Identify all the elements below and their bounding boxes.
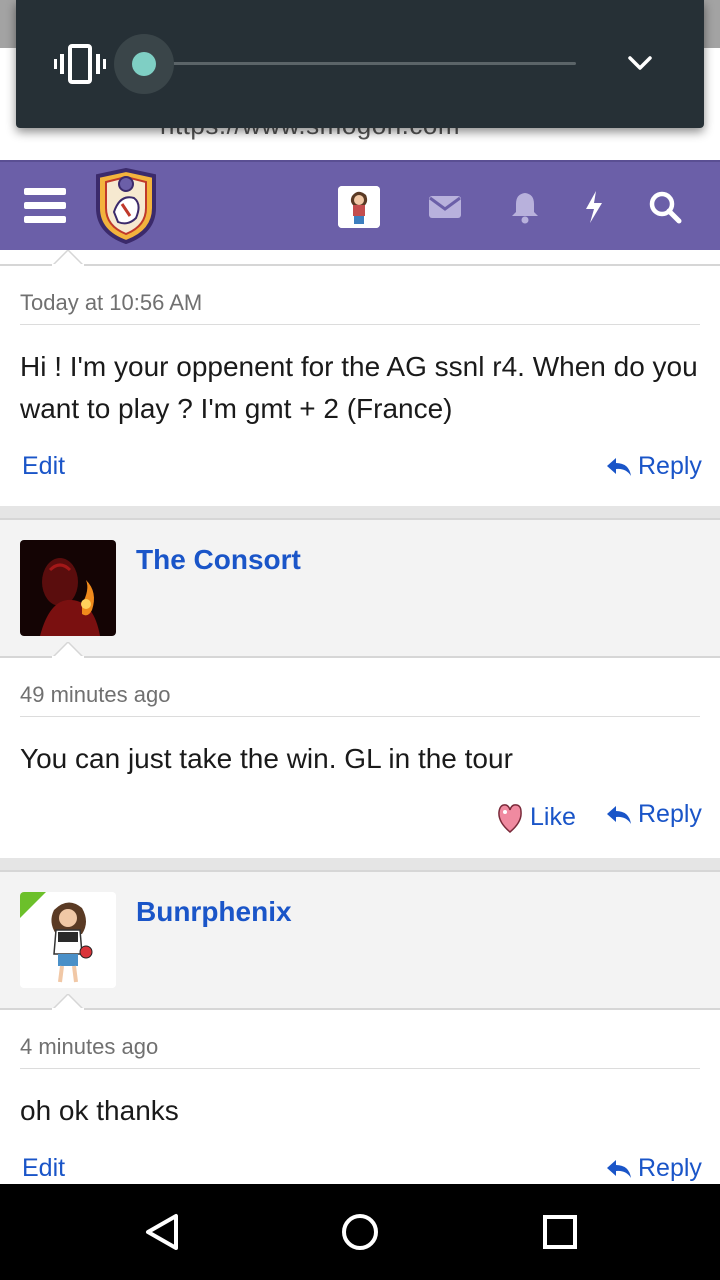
bell-icon[interactable] <box>510 190 540 224</box>
message-time: 49 minutes ago <box>20 682 171 707</box>
recents-icon[interactable] <box>542 1212 578 1252</box>
system-navigation-bar <box>0 1184 720 1280</box>
reply-button[interactable]: Reply <box>606 800 702 829</box>
reply-button[interactable]: Reply <box>606 452 702 481</box>
edit-link[interactable]: Edit <box>22 452 65 481</box>
vibrate-icon[interactable] <box>54 44 106 84</box>
message-block: 4 minutes ago oh ok thanks Edit Reply <box>0 994 720 1184</box>
bubble-pointer <box>52 994 84 1010</box>
volume-slider-thumb[interactable] <box>132 52 156 76</box>
avatar[interactable] <box>338 186 380 228</box>
like-label: Like <box>530 802 576 831</box>
bolt-icon[interactable] <box>584 190 604 224</box>
message-text: oh ok thanks <box>20 1095 179 1126</box>
reply-button[interactable]: Reply <box>606 1154 702 1183</box>
message-block: Today at 10:56 AM Hi ! I'm your oppenent… <box>0 250 720 504</box>
search-icon[interactable] <box>648 190 682 224</box>
like-icon <box>498 804 522 833</box>
screen: https://www.smogon.com <box>0 0 720 1280</box>
author-name[interactable]: The Consort <box>136 544 301 576</box>
message-text: You can just take the win. GL in the tou… <box>20 743 513 774</box>
author-name[interactable]: Bunrphenix <box>136 896 292 928</box>
reply-label: Reply <box>638 452 702 480</box>
menu-icon[interactable] <box>24 188 66 224</box>
bubble-pointer <box>52 642 84 658</box>
user-header: The Consort <box>0 518 720 658</box>
divider <box>20 1068 700 1069</box>
like-button[interactable]: Like <box>496 800 576 834</box>
reply-label: Reply <box>638 800 702 828</box>
message-block: 49 minutes ago You can just take the win… <box>0 642 720 854</box>
volume-slider-track[interactable] <box>144 62 576 65</box>
message-time: Today at 10:56 AM <box>20 290 203 315</box>
divider <box>20 716 700 717</box>
separator <box>0 858 720 870</box>
chevron-down-icon[interactable] <box>626 52 654 76</box>
site-navbar <box>0 160 720 250</box>
volume-panel <box>16 0 704 128</box>
avatar[interactable] <box>20 892 116 988</box>
smogon-logo[interactable] <box>92 168 160 244</box>
reply-label: Reply <box>638 1154 702 1182</box>
reply-icon <box>607 457 631 476</box>
home-icon[interactable] <box>340 1212 380 1252</box>
reply-icon <box>607 805 631 824</box>
avatar[interactable] <box>20 540 116 636</box>
message-text: Hi ! I'm your oppenent for the AG ssnl r… <box>20 351 698 424</box>
bubble-pointer <box>52 250 84 266</box>
separator <box>0 506 720 518</box>
message-time: 4 minutes ago <box>20 1034 159 1059</box>
mail-icon[interactable] <box>428 190 462 224</box>
reply-icon <box>607 1159 631 1178</box>
back-icon[interactable] <box>142 1212 182 1252</box>
divider <box>20 324 700 325</box>
edit-link[interactable]: Edit <box>22 1154 65 1183</box>
user-header: Bunrphenix <box>0 870 720 1010</box>
